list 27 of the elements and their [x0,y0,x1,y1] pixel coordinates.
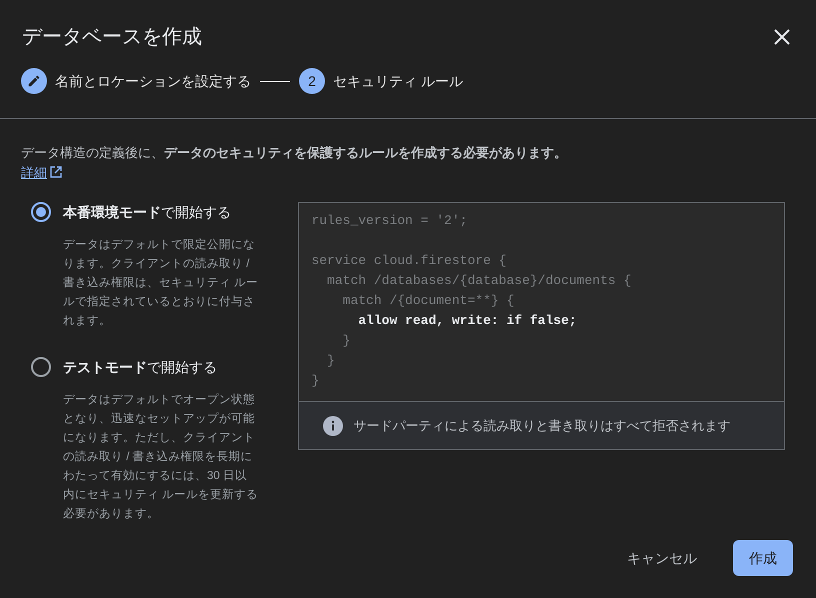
code-line: allow read, write: if false; [357,312,578,330]
step-label: 名前とロケーションを設定する [55,72,251,90]
mode-title: 本番環境モードで開始する [63,203,232,222]
intro-text: データ構造の定義後に、データのセキュリティを保護するルールを作成する必要があります。 [21,144,568,162]
details-link[interactable]: 詳細 [21,162,62,182]
radio-button[interactable] [31,202,51,222]
code-line: rules_version = '2'; [311,212,468,230]
create-button[interactable]: 作成 [733,540,793,576]
external-link-icon [50,166,62,178]
pencil-icon [27,74,41,88]
info-text: サードパーティによる読み取りと書き取りはすべて拒否されます [353,416,730,435]
dialog-title: データベースを作成 [22,25,202,50]
step-label: セキュリティ ルール [333,72,463,90]
mode-title: テストモードで開始する [63,358,218,377]
mode-description: データはデフォルトでオープン状態となり、迅速なセットアップが可能になります。ただし、クライアントの読み取り / 書き込み権限を長期にわたって有効にするには、30 日以内にセキュリティ ルールを更新する必要があります。 [63,392,258,522]
radio-button[interactable] [31,357,51,377]
code-line: service cloud.firestore { [311,252,508,270]
code-line: } [342,332,352,350]
close-icon [774,29,790,45]
code-line: match /databases/{database}/documents { [326,272,632,290]
code-line: } [326,352,336,370]
mode-description: データはデフォルトで限定公開になります。クライアントの読み取り / 書き込み権限は、セキュリティ ルールで指定されているとおりに付与されます。 [63,238,258,329]
code-line: } [311,372,320,390]
step-number: 2 [308,72,316,90]
code-line: match /{document=**} { [342,292,516,310]
cancel-button[interactable]: キャンセル [611,540,713,576]
info-icon [323,416,344,436]
